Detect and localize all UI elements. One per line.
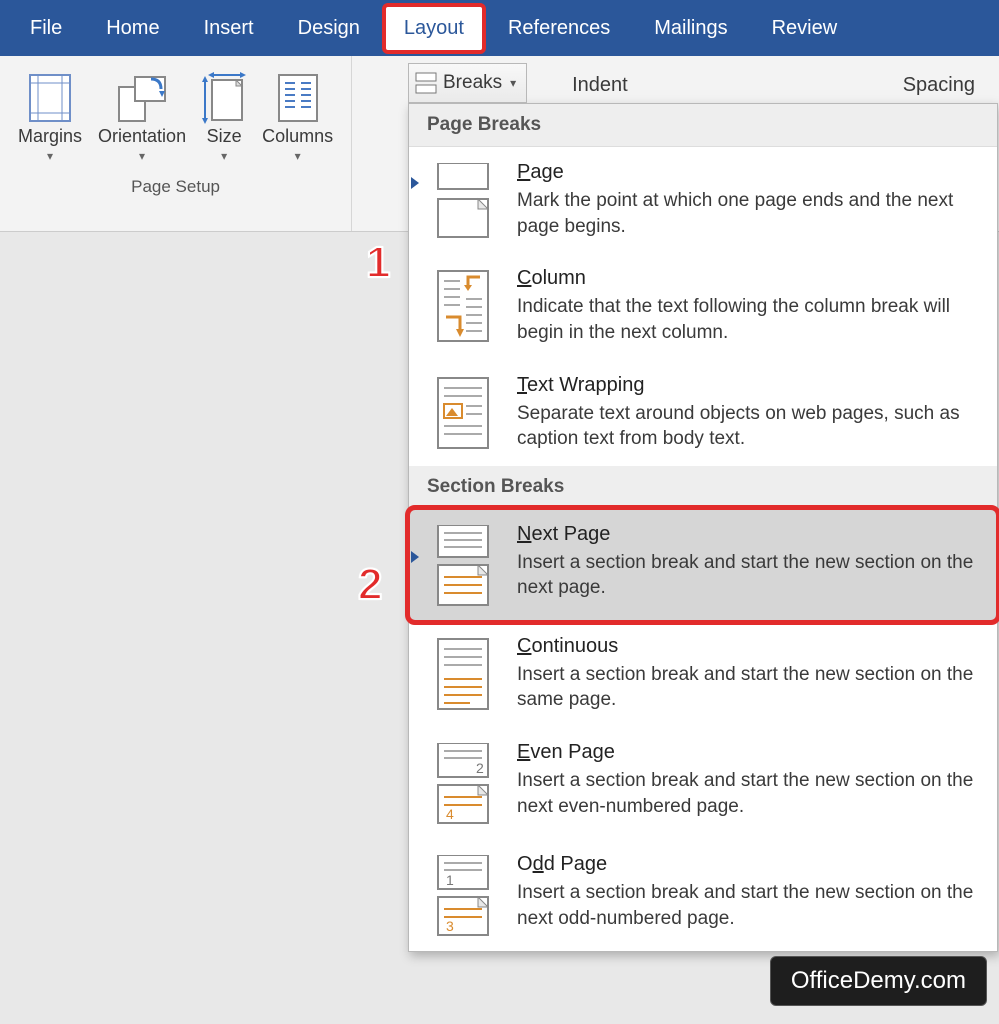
columns-button[interactable]: Columns ▾ (256, 64, 339, 167)
item-title: Next Page (517, 523, 983, 546)
break-textwrap-item[interactable]: Text Wrapping Separate text around objec… (409, 360, 997, 466)
item-title: Column (517, 267, 983, 290)
dropdown-caret-icon: ▾ (139, 149, 145, 163)
break-continuous-item[interactable]: Continuous Insert a section break and st… (409, 621, 997, 727)
callout-2: 2 (358, 560, 382, 610)
break-evenpage-item[interactable]: 2 4 Even Page Insert a section break and… (409, 727, 997, 839)
page-setup-group: Margins ▾ Orientation ▾ Size ▾ (0, 56, 352, 231)
current-marker-icon (411, 177, 419, 189)
svg-text:2: 2 (476, 760, 484, 776)
item-desc: Insert a section break and start the new… (517, 768, 983, 819)
watermark-badge: OfficeDemy.com (770, 956, 987, 1006)
svg-text:4: 4 (446, 806, 454, 822)
ribbon-tabs: File Home Insert Design Layout Reference… (0, 0, 999, 56)
size-icon (202, 70, 246, 126)
item-desc: Insert a section break and start the new… (517, 662, 983, 713)
oddpage-break-icon: 1 3 (427, 853, 499, 937)
margins-icon (28, 70, 72, 126)
size-button[interactable]: Size ▾ (196, 64, 252, 167)
tab-review[interactable]: Review (750, 3, 860, 54)
item-title: Text Wrapping (517, 374, 983, 397)
evenpage-break-icon: 2 4 (427, 741, 499, 825)
item-desc: Mark the point at which one page ends an… (517, 188, 983, 239)
item-desc: Insert a section break and start the new… (517, 880, 983, 931)
dropdown-caret-icon: ▾ (295, 149, 301, 163)
item-title: Continuous (517, 635, 983, 658)
tab-home[interactable]: Home (84, 3, 181, 54)
breaks-label: Breaks (443, 72, 502, 94)
orientation-label: Orientation (98, 126, 186, 147)
callout-1: 1 (366, 238, 390, 288)
column-break-icon (427, 267, 499, 345)
item-desc: Indicate that the text following the col… (517, 294, 983, 345)
current-marker-icon (411, 551, 419, 563)
break-nextpage-item[interactable]: Next Page Insert a section break and sta… (409, 509, 997, 621)
tab-layout[interactable]: Layout (382, 3, 486, 54)
item-title: Even Page (517, 741, 983, 764)
item-desc: Insert a section break and start the new… (517, 550, 983, 601)
page-breaks-header: Page Breaks (409, 104, 997, 147)
svg-text:1: 1 (446, 872, 454, 888)
tab-file[interactable]: File (8, 3, 84, 54)
item-desc: Separate text around objects on web page… (517, 401, 983, 452)
break-oddpage-item[interactable]: 1 3 Odd Page Insert a section break and … (409, 839, 997, 951)
continuous-break-icon (427, 635, 499, 713)
dropdown-caret-icon: ▾ (221, 149, 227, 163)
item-title: Page (517, 161, 983, 184)
breaks-icon (415, 72, 437, 94)
break-page-item[interactable]: Page Mark the point at which one page en… (409, 147, 997, 253)
breaks-button[interactable]: Breaks ▾ (408, 63, 527, 103)
tab-references[interactable]: References (486, 3, 632, 54)
margins-label: Margins (18, 126, 82, 147)
columns-label: Columns (262, 126, 333, 147)
dropdown-caret-icon: ▾ (47, 149, 53, 163)
page-break-icon (427, 161, 499, 239)
nextpage-break-icon (427, 523, 499, 607)
dropdown-caret-icon: ▾ (510, 76, 516, 90)
break-column-item[interactable]: Column Indicate that the text following … (409, 253, 997, 359)
margins-button[interactable]: Margins ▾ (12, 64, 88, 167)
textwrap-break-icon (427, 374, 499, 452)
tab-design[interactable]: Design (276, 3, 382, 54)
page-setup-group-label: Page Setup (12, 177, 339, 197)
breaks-dropdown: Page Breaks Page Mark the point at which… (408, 103, 998, 952)
svg-text:3: 3 (446, 918, 454, 934)
tab-mailings[interactable]: Mailings (632, 3, 749, 54)
size-label: Size (207, 126, 242, 147)
tab-insert[interactable]: Insert (182, 3, 276, 54)
columns-icon (277, 70, 319, 126)
section-breaks-header: Section Breaks (409, 466, 997, 509)
orientation-button[interactable]: Orientation ▾ (92, 64, 192, 167)
orientation-icon (115, 70, 169, 126)
item-title: Odd Page (517, 853, 983, 876)
